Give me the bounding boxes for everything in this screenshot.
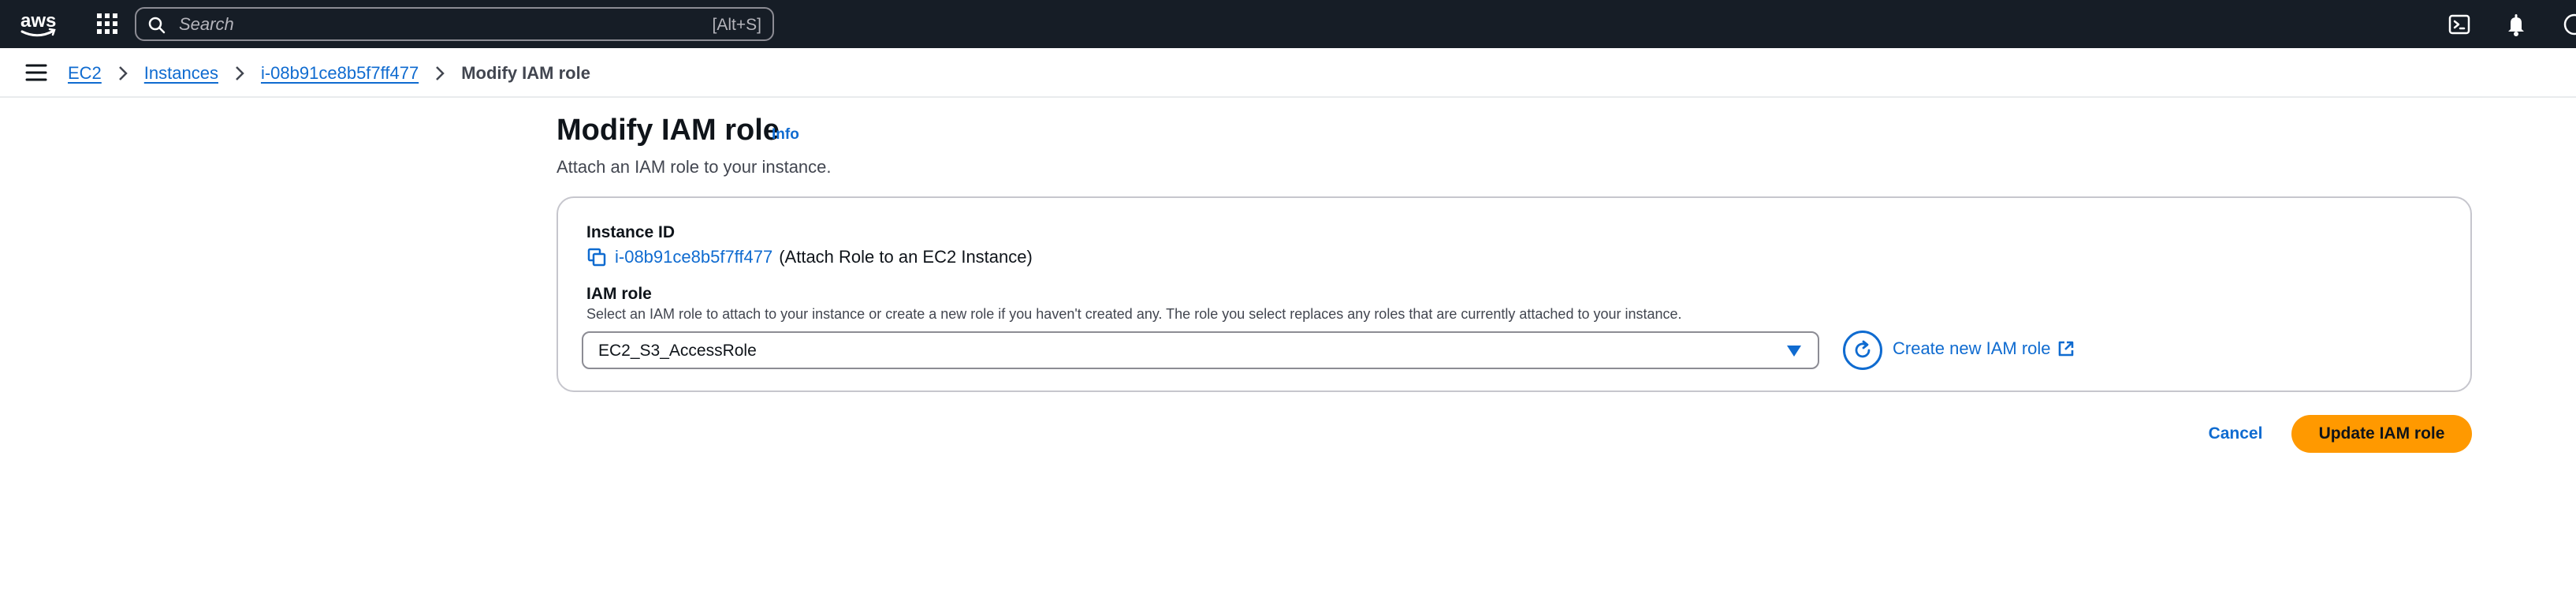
instance-id-row: i-08b91ce8b5f7ff477 (Attach Role to an E… xyxy=(586,245,1033,269)
create-new-iam-role-link[interactable]: Create new IAM role xyxy=(1893,338,2075,359)
external-link-icon xyxy=(2058,341,2073,357)
breadcrumb-link-instances[interactable]: Instances xyxy=(144,63,218,84)
hamburger-menu-icon[interactable] xyxy=(24,62,49,83)
aws-logo[interactable]: aws xyxy=(19,8,58,39)
page-description: Attach an IAM role to your instance. xyxy=(557,157,832,177)
iam-role-label: IAM role xyxy=(586,285,652,303)
help-icon[interactable] xyxy=(2562,12,2576,37)
svg-text:aws: aws xyxy=(20,10,56,32)
iam-role-selected-value: EC2_S3_AccessRole xyxy=(598,342,757,360)
cancel-button[interactable]: Cancel xyxy=(2204,415,2267,453)
search-shortcut-hint: [Alt+S] xyxy=(712,16,761,34)
refresh-icon xyxy=(1855,340,1871,358)
chevron-right-icon xyxy=(436,66,445,80)
create-new-iam-role-label: Create new IAM role xyxy=(1893,338,2051,358)
top-navigation-bar: aws [Alt+S] xyxy=(0,0,2576,48)
search-bar[interactable]: [Alt+S] xyxy=(135,7,774,41)
bell-icon[interactable] xyxy=(2503,12,2529,37)
breadcrumb-link-ec2[interactable]: EC2 xyxy=(68,63,102,84)
instance-id-link[interactable]: i-08b91ce8b5f7ff477 xyxy=(615,247,772,267)
search-input[interactable] xyxy=(179,13,652,35)
search-icon xyxy=(148,17,166,34)
page-title: Modify IAM role xyxy=(557,114,780,147)
breadcrumb-link-instance-id[interactable]: i-08b91ce8b5f7ff477 xyxy=(261,63,419,84)
refresh-roles-button[interactable] xyxy=(1843,331,1882,370)
cloudshell-icon[interactable] xyxy=(2447,12,2472,37)
services-grid-icon[interactable] xyxy=(95,11,120,36)
copy-icon[interactable] xyxy=(586,247,607,267)
iam-role-select[interactable]: EC2_S3_AccessRole xyxy=(582,331,1819,369)
instance-name: (Attach Role to an EC2 Instance) xyxy=(779,247,1033,267)
caret-down-icon xyxy=(1787,346,1801,357)
breadcrumb-bar: EC2 Instances i-08b91ce8b5f7ff477 Modify… xyxy=(0,48,2576,98)
breadcrumb-current: Modify IAM role xyxy=(461,63,590,83)
instance-id-label: Instance ID xyxy=(586,223,676,241)
info-link[interactable]: Info xyxy=(772,126,799,144)
chevron-right-icon xyxy=(118,66,128,80)
iam-role-description: Select an IAM role to attach to your ins… xyxy=(586,306,1682,322)
update-iam-role-button[interactable]: Update IAM role xyxy=(2291,415,2472,453)
iam-role-form-container: Instance ID i-08b91ce8b5f7ff477 (Attach … xyxy=(557,196,2472,392)
breadcrumb: EC2 Instances i-08b91ce8b5f7ff477 Modify… xyxy=(68,62,590,85)
chevron-right-icon xyxy=(236,66,244,80)
